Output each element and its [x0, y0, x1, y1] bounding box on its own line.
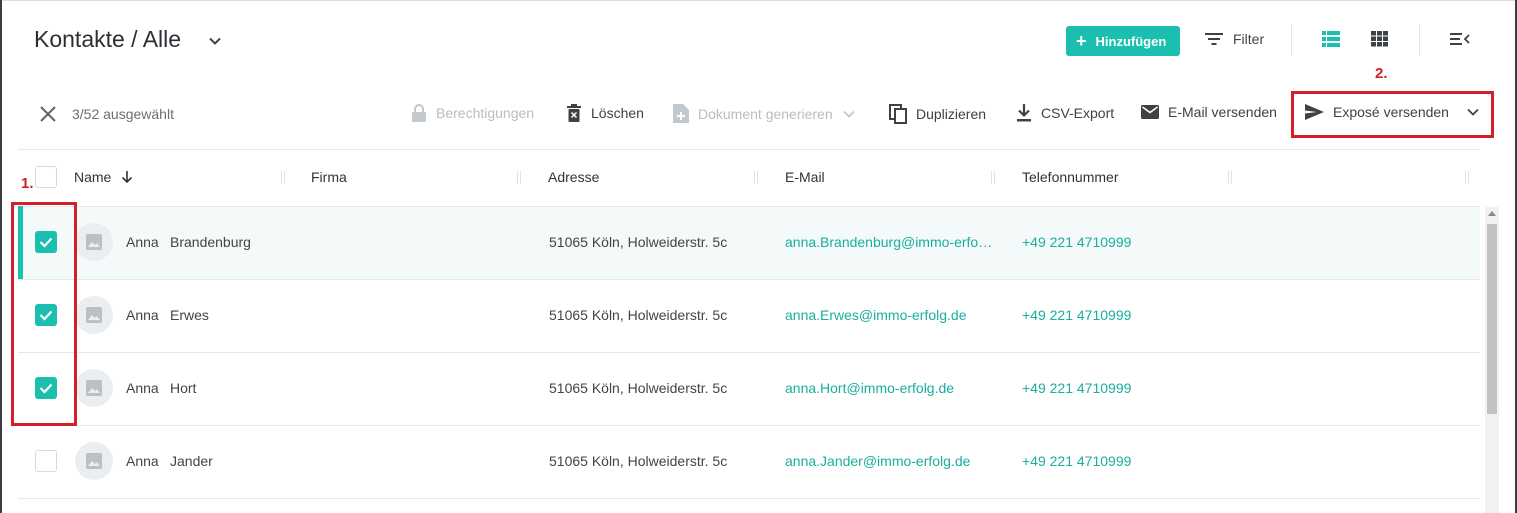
annotation-step-1: 1.: [21, 175, 34, 192]
last-name: Hort: [170, 380, 197, 396]
grid-view-icon[interactable]: [1371, 31, 1388, 47]
column-resize-handle[interactable]: [1228, 171, 1232, 184]
annotation-box-checkboxes: [11, 202, 77, 426]
filter-icon: [1205, 33, 1223, 45]
avatar: [75, 223, 113, 261]
document-add-icon: [673, 104, 689, 123]
scrollbar-thumb[interactable]: [1487, 224, 1497, 414]
csv-export-button[interactable]: CSV-Export: [1016, 104, 1114, 122]
add-button[interactable]: + Hinzufügen: [1066, 26, 1180, 56]
copy-icon: [889, 104, 907, 124]
plus-icon: +: [1076, 31, 1087, 51]
chevron-down-icon: [843, 110, 855, 118]
email-link[interactable]: anna.Hort@immo-erfolg.de: [785, 380, 954, 396]
image-placeholder-icon: [86, 234, 102, 250]
column-header-label: Name: [74, 169, 112, 185]
permissions-button[interactable]: Berechtigungen: [411, 104, 534, 122]
column-header-email[interactable]: E-Mail: [785, 169, 825, 185]
page-title: Kontakte / Alle: [34, 26, 182, 52]
arrow-down-icon: [122, 171, 133, 184]
divider: [18, 149, 1480, 150]
csv-export-label: CSV-Export: [1041, 105, 1115, 121]
header-divider: [1419, 24, 1420, 56]
add-button-label: Hinzufügen: [1095, 33, 1167, 49]
column-resize-handle[interactable]: [281, 171, 285, 184]
phone-link[interactable]: +49 221 4710999: [1022, 453, 1131, 469]
select-all-checkbox[interactable]: [35, 166, 57, 188]
duplicate-button[interactable]: Duplizieren: [889, 104, 986, 124]
generate-document-button[interactable]: Dokument generieren: [673, 104, 864, 123]
address-cell: 51065 Köln, Holweiderstr. 5c: [549, 234, 728, 250]
table-row[interactable]: [18, 353, 1480, 426]
download-icon: [1017, 104, 1031, 122]
phone-link[interactable]: +49 221 4710999: [1022, 234, 1131, 250]
first-name: Anna: [126, 453, 159, 469]
chevron-down-icon: [1467, 108, 1479, 116]
image-placeholder-icon: [86, 453, 102, 469]
column-resize-handle[interactable]: [991, 171, 995, 184]
email-link[interactable]: anna.Erwes@immo-erfolg.de: [785, 307, 967, 323]
table-row[interactable]: [18, 280, 1480, 353]
divider: [18, 498, 1480, 499]
address-cell: 51065 Köln, Holweiderstr. 5c: [549, 307, 728, 323]
filter-label: Filter: [1233, 31, 1265, 47]
address-cell: 51065 Köln, Holweiderstr. 5c: [549, 380, 728, 396]
column-header-adresse[interactable]: Adresse: [548, 169, 599, 185]
row-checkbox[interactable]: [35, 450, 57, 472]
email-link[interactable]: anna.Jander@immo-erfolg.de: [785, 453, 970, 469]
column-resize-handle[interactable]: [1465, 171, 1469, 184]
window-top-border: [0, 0, 1517, 1]
column-header-firma[interactable]: Firma: [311, 169, 347, 185]
duplicate-label: Duplizieren: [916, 106, 987, 122]
last-name: Jander: [170, 453, 213, 469]
image-placeholder-icon: [86, 307, 102, 323]
window-left-border: [0, 0, 2, 513]
delete-label: Löschen: [591, 105, 644, 121]
chevron-down-icon[interactable]: [206, 32, 224, 50]
phone-link[interactable]: +49 221 4710999: [1022, 380, 1131, 396]
filter-button[interactable]: Filter: [1205, 31, 1264, 47]
last-name: Erwes: [170, 307, 209, 323]
list-view-icon[interactable]: [1322, 31, 1340, 47]
header-divider: [1291, 24, 1292, 56]
collapse-menu-icon[interactable]: [1450, 31, 1470, 47]
phone-link[interactable]: +49 221 4710999: [1022, 307, 1131, 323]
image-placeholder-icon: [86, 380, 102, 396]
column-resize-handle[interactable]: [754, 171, 758, 184]
lock-icon: [412, 104, 426, 122]
permissions-label: Berechtigungen: [436, 105, 535, 121]
mail-icon: [1141, 105, 1159, 119]
send-icon: [1305, 104, 1324, 120]
column-header-name[interactable]: Name: [74, 169, 133, 185]
close-icon[interactable]: [38, 104, 58, 124]
trash-icon: [567, 104, 581, 122]
send-expose-button[interactable]: Exposé versenden: [1305, 104, 1488, 120]
generate-document-label: Dokument generieren: [698, 105, 833, 122]
avatar: [75, 369, 113, 407]
address-cell: 51065 Köln, Holweiderstr. 5c: [549, 453, 728, 469]
scroll-up-icon[interactable]: [1488, 211, 1496, 216]
email-link[interactable]: anna.Brandenburg@immo-erfo…: [785, 234, 992, 250]
send-email-button[interactable]: E-Mail versenden: [1141, 104, 1277, 120]
selection-count: 3/52 ausgewählt: [72, 106, 174, 122]
column-resize-handle[interactable]: [517, 171, 521, 184]
first-name: Anna: [126, 307, 159, 323]
avatar: [75, 442, 113, 480]
table-row[interactable]: [18, 426, 1480, 499]
first-name: Anna: [126, 234, 159, 250]
first-name: Anna: [126, 380, 159, 396]
column-header-telefon[interactable]: Telefonnummer: [1022, 169, 1119, 185]
avatar: [75, 296, 113, 334]
send-email-label: E-Mail versenden: [1168, 104, 1277, 120]
delete-button[interactable]: Löschen: [566, 104, 644, 122]
annotation-step-2: 2.: [1375, 65, 1388, 82]
last-name: Brandenburg: [170, 234, 251, 250]
send-expose-label: Exposé versenden: [1333, 104, 1449, 120]
